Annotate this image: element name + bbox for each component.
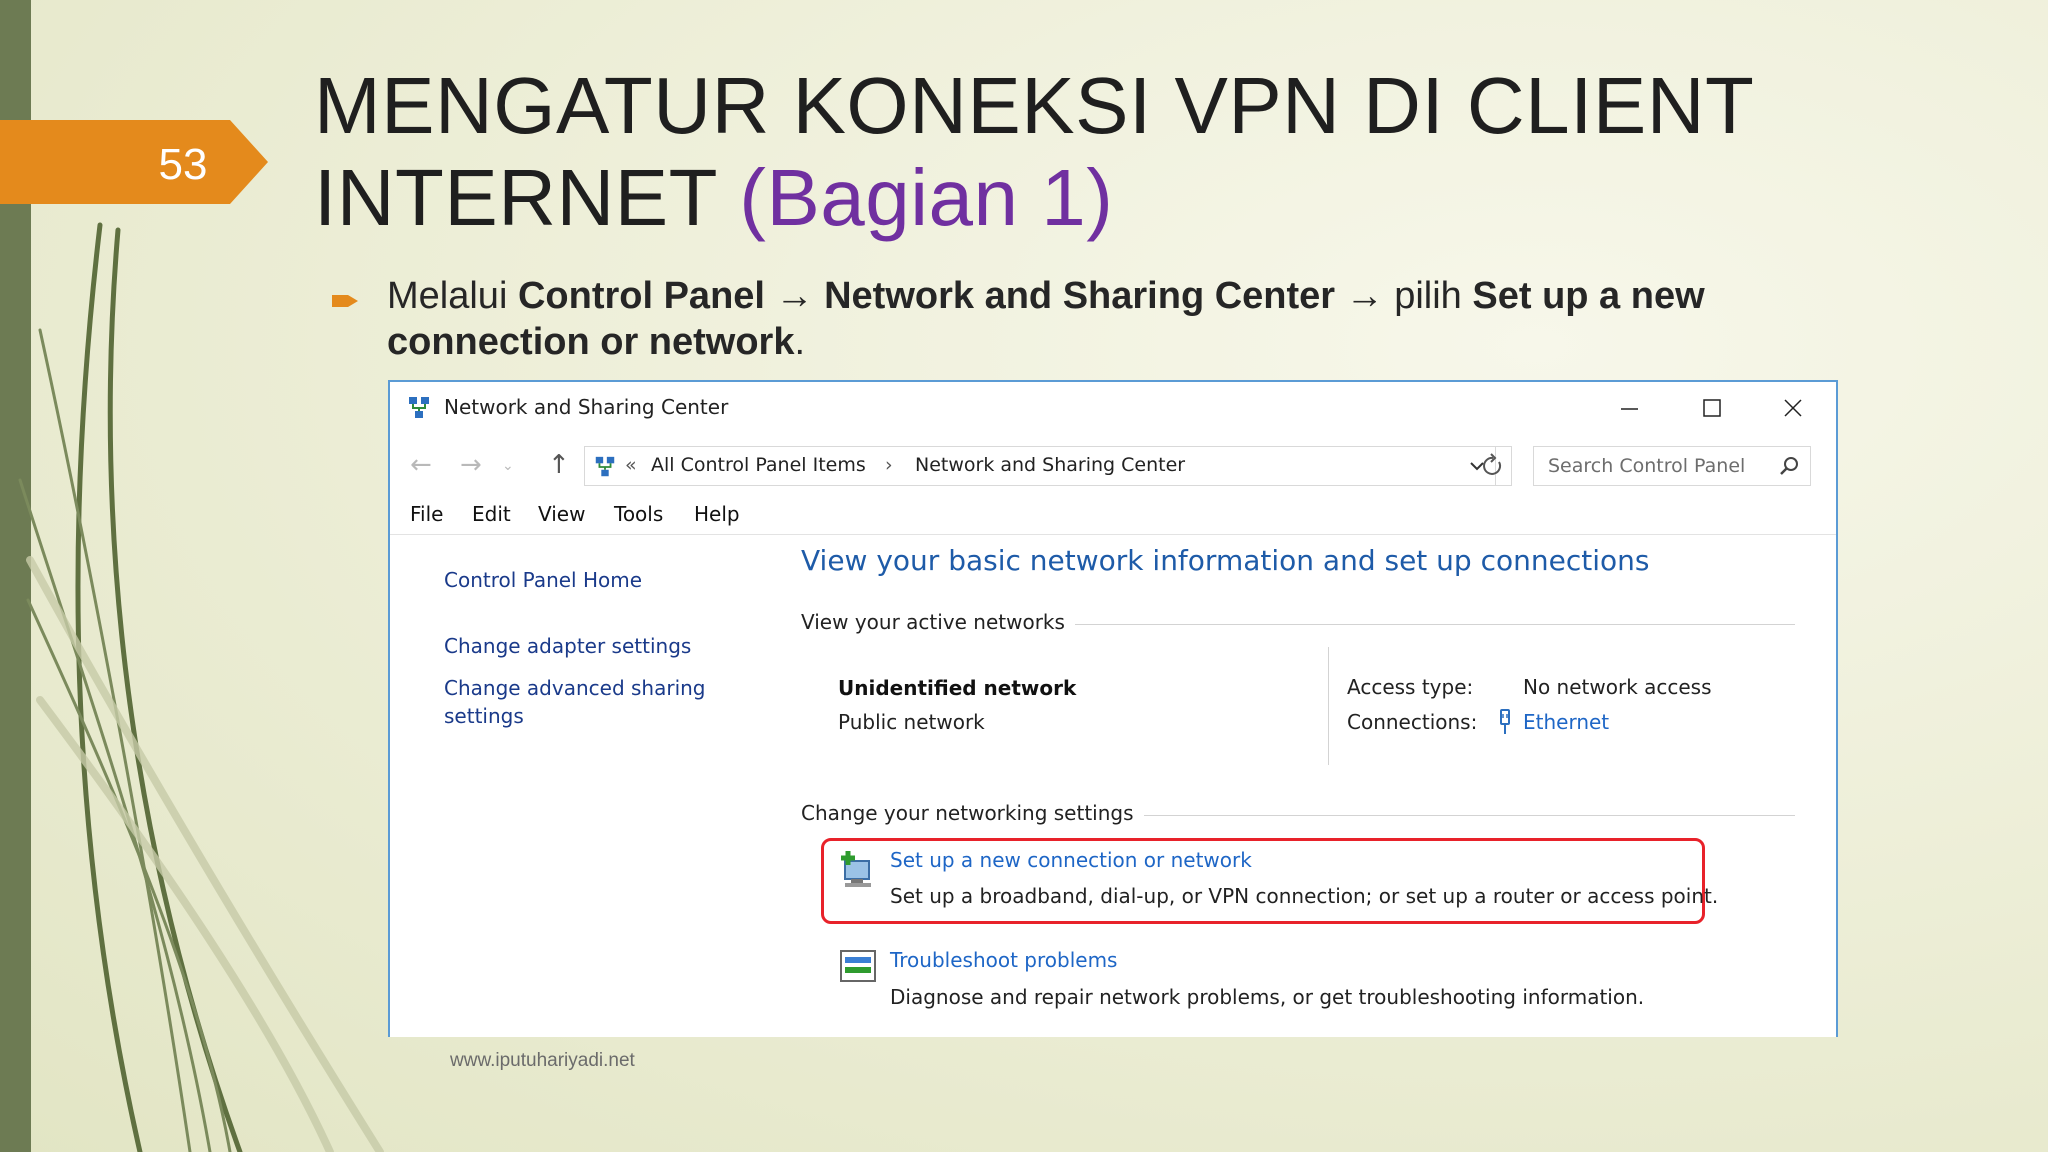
ethernet-icon <box>1500 709 1510 734</box>
recent-dropdown-icon[interactable]: ⌄ <box>502 458 514 474</box>
vertical-divider <box>1328 647 1329 765</box>
new-connection-icon <box>841 851 871 887</box>
ethernet-link[interactable]: Ethernet <box>1523 710 1609 734</box>
menu-file[interactable]: File <box>410 502 443 526</box>
bullet-bold-control-panel: Control Panel <box>517 275 765 317</box>
title-bar: Network and Sharing Center <box>390 382 1836 434</box>
menu-tools[interactable]: Tools <box>614 502 663 526</box>
bullet-plain-2: → pilih <box>1335 275 1473 317</box>
troubleshoot-icon <box>840 950 876 982</box>
menu-view[interactable]: View <box>538 502 585 526</box>
window-title: Network and Sharing Center <box>444 395 729 419</box>
menu-help[interactable]: Help <box>694 502 740 526</box>
network-sharing-window: Network and Sharing Center ← → ⌄ ↑ « All… <box>388 380 1838 1037</box>
footer-url: www.iputuhariyadi.net <box>450 1050 635 1071</box>
troubleshoot-desc: Diagnose and repair network problems, or… <box>890 985 1645 1009</box>
network-name: Unidentified network <box>838 676 1077 700</box>
refresh-button[interactable] <box>1475 446 1512 486</box>
bullet-text: Melalui Control Panel → Network and Shar… <box>387 273 1767 365</box>
bullet-bold-network-center: Network and Sharing Center <box>824 275 1336 317</box>
forward-arrow-icon[interactable]: → <box>460 450 482 480</box>
search-input[interactable]: Search Control Panel <box>1533 446 1811 486</box>
refresh-icon <box>1483 453 1502 475</box>
address-bar[interactable]: « All Control Panel Items › Network and … <box>584 446 1496 486</box>
breadcrumb-current[interactable]: Network and Sharing Center <box>915 454 1185 476</box>
slide-number: 53 <box>158 140 208 189</box>
sidebar-change-adapter[interactable]: Change adapter settings <box>444 632 691 660</box>
page-heading: View your basic network information and … <box>801 544 1650 577</box>
minimize-icon <box>1621 408 1638 410</box>
menu-bar: File Edit View Tools Help <box>390 496 1836 535</box>
sidebar-change-advanced-sharing[interactable]: Change advanced sharing settings <box>444 674 714 730</box>
bullet-arrow-1: → <box>764 275 825 317</box>
access-type-label: Access type: <box>1347 675 1474 699</box>
control-panel-icon <box>595 456 615 477</box>
maximize-icon <box>1703 399 1721 417</box>
breadcrumb-overflow[interactable]: « <box>625 454 637 476</box>
search-icon[interactable] <box>1778 455 1800 477</box>
up-arrow-icon[interactable]: ↑ <box>548 450 570 480</box>
setup-connection-desc: Set up a broadband, dial-up, or VPN conn… <box>890 884 1719 908</box>
maximize-button[interactable] <box>1670 382 1754 434</box>
setup-connection-link[interactable]: Set up a new connection or network <box>890 848 1252 872</box>
bullet-arrow-icon <box>332 295 358 307</box>
minimize-button[interactable] <box>1586 382 1670 434</box>
title-accent: (Bagian 1) <box>739 153 1114 242</box>
change-settings-label: Change your networking settings <box>801 801 1144 825</box>
slide-title: MENGATUR KONEKSI VPN DI CLIENT INTERNET … <box>314 60 2048 244</box>
back-arrow-icon[interactable]: ← <box>410 450 432 480</box>
close-button[interactable] <box>1750 382 1834 434</box>
address-row: ← → ⌄ ↑ « All Control Panel Items › Netw… <box>390 444 1836 488</box>
active-networks-label: View your active networks <box>801 610 1075 634</box>
slide-number-tab <box>0 120 268 204</box>
search-placeholder: Search Control Panel <box>1548 455 1746 477</box>
connections-label: Connections: <box>1347 710 1478 734</box>
menu-edit[interactable]: Edit <box>472 502 511 526</box>
bullet-period: . <box>794 321 806 363</box>
sidebar-control-panel-home[interactable]: Control Panel Home <box>444 566 642 594</box>
network-center-icon <box>409 397 429 418</box>
troubleshoot-link[interactable]: Troubleshoot problems <box>890 948 1117 972</box>
breadcrumb-separator[interactable]: › <box>885 454 893 476</box>
breadcrumb-all-items[interactable]: All Control Panel Items <box>651 454 866 476</box>
bullet-plain-1: Melalui <box>387 275 518 317</box>
access-type-value: No network access <box>1523 675 1712 699</box>
network-type-link[interactable]: Public network <box>838 710 985 734</box>
close-icon <box>1784 399 1802 417</box>
